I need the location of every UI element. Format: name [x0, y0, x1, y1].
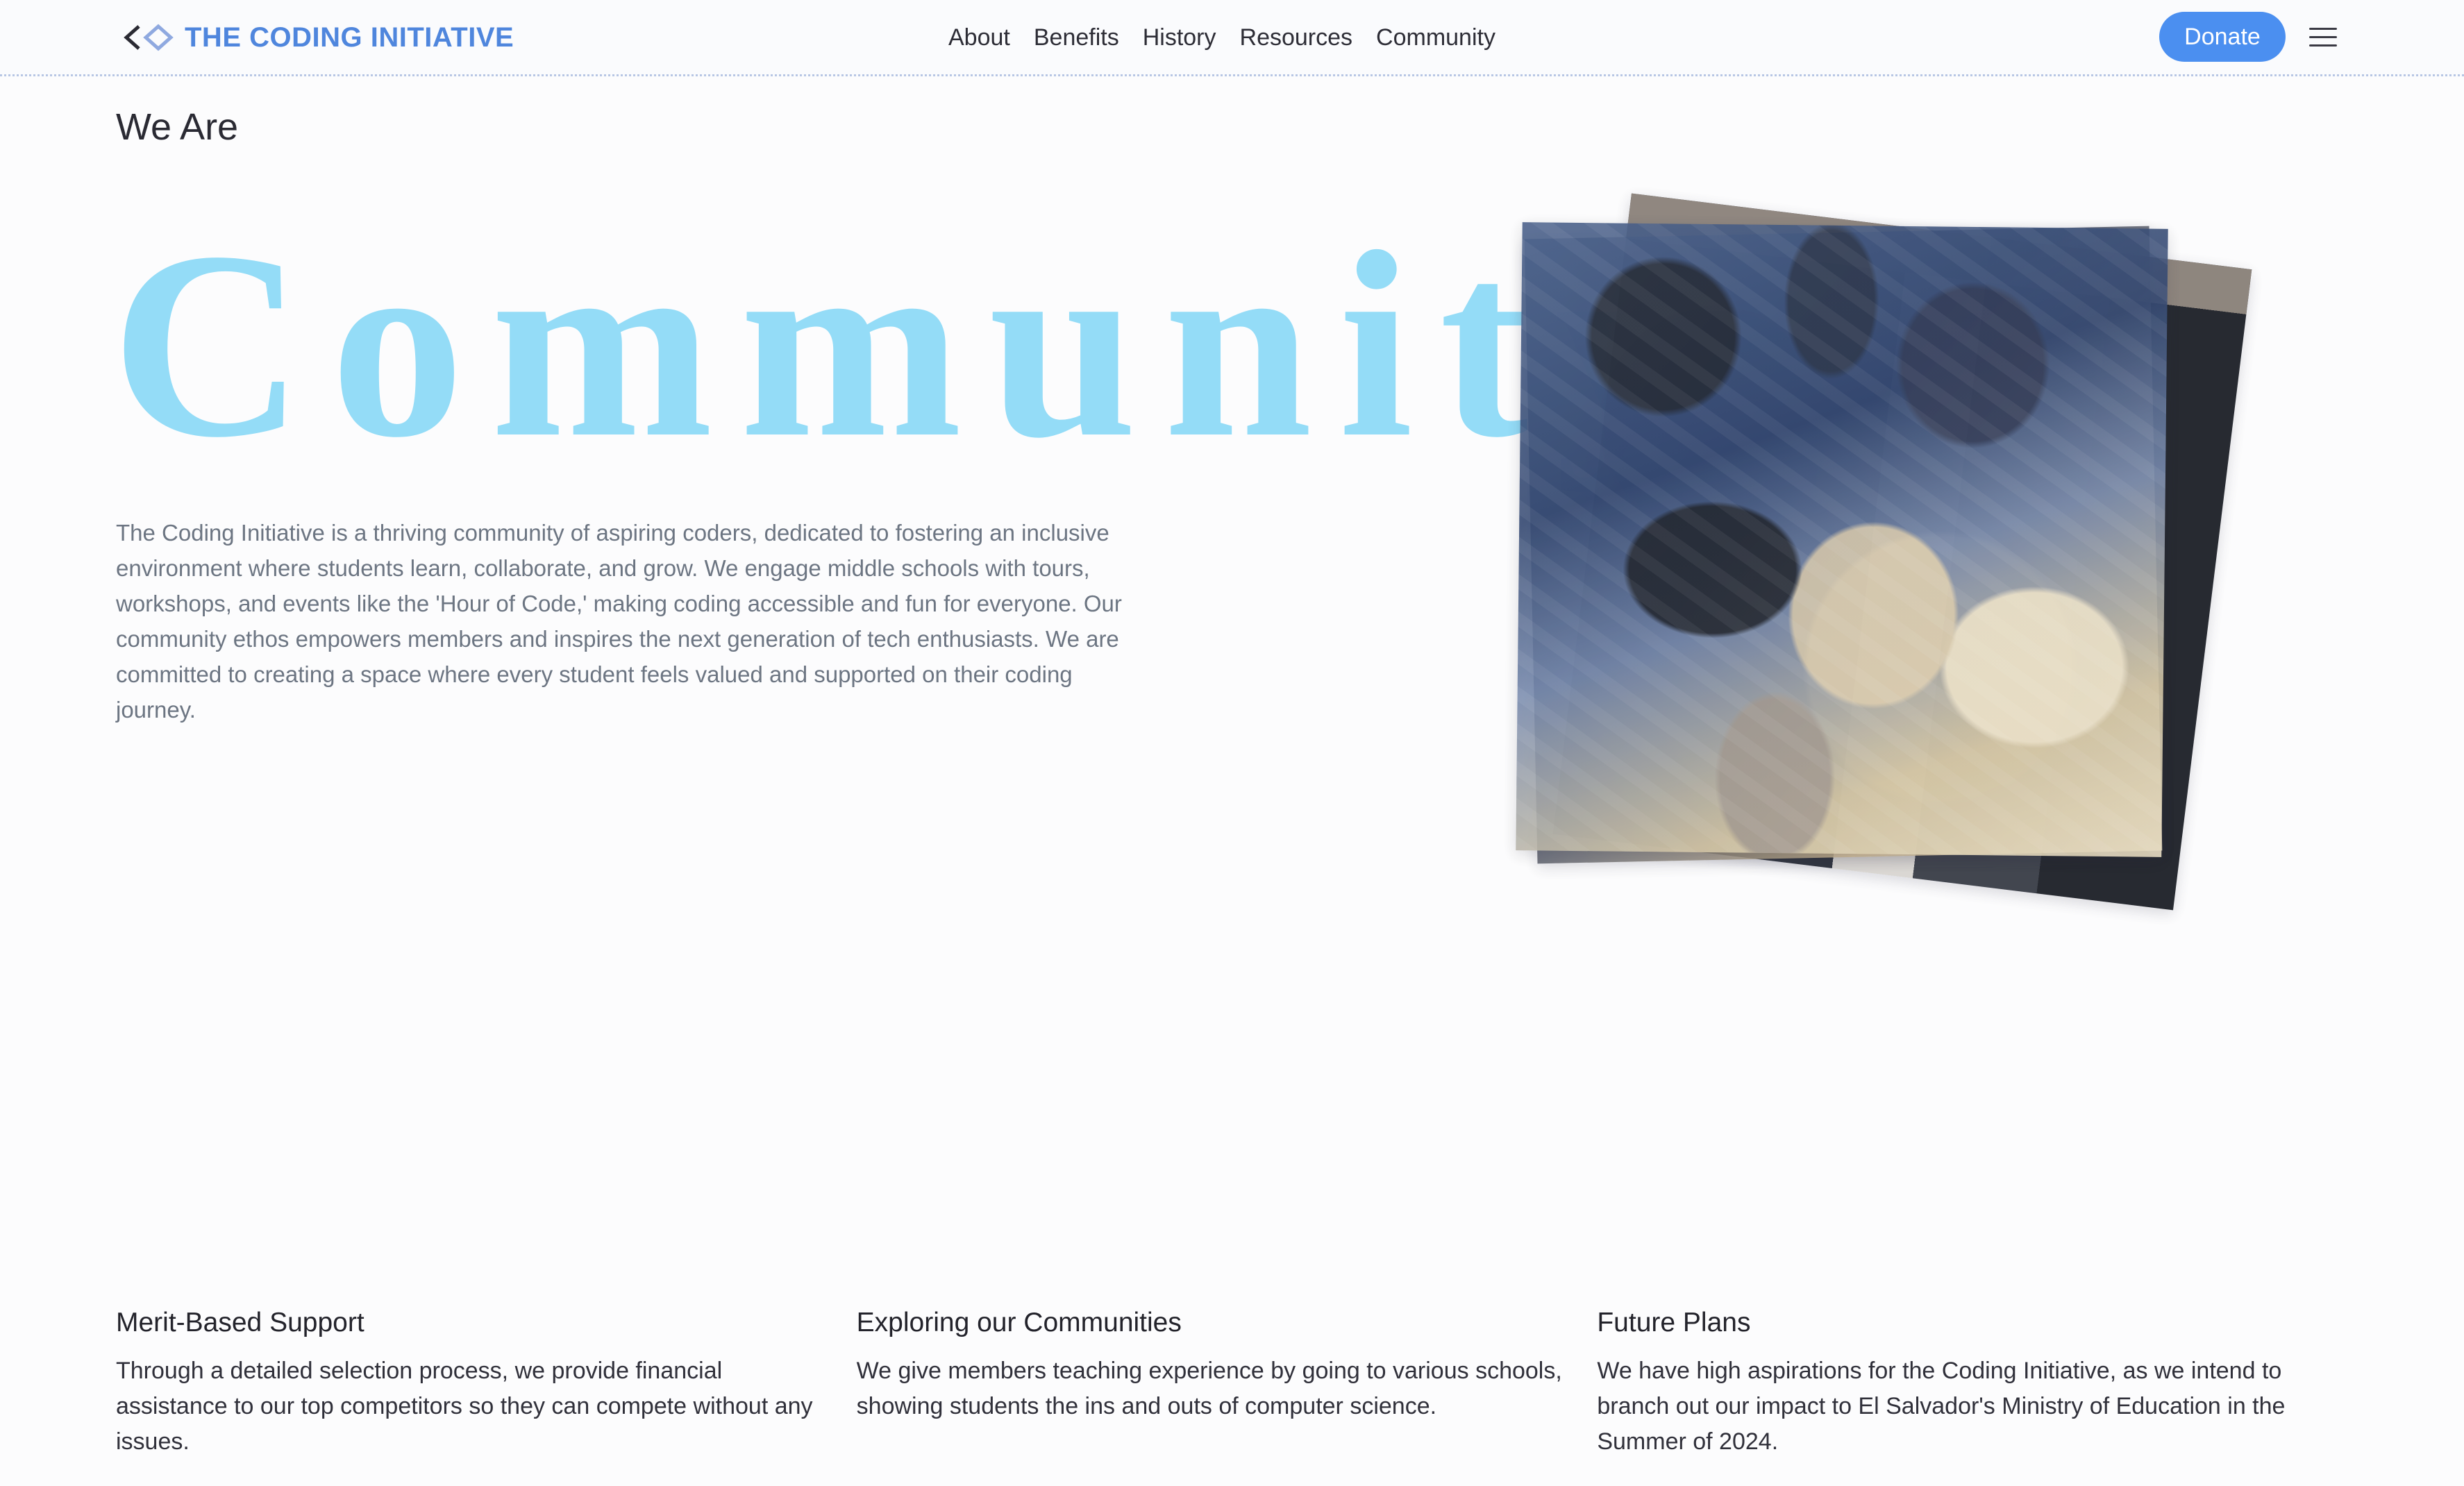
brand-name: THE CODING INITIATIVE — [185, 22, 514, 53]
menu-bar-top — [2309, 27, 2337, 30]
feature-future-plans: Future Plans We have high aspirations fo… — [1597, 1308, 2338, 1460]
feature-title: Future Plans — [1597, 1308, 1751, 1337]
site-header: THE CODING INITIATIVE About Benefits His… — [0, 0, 2464, 76]
nav-link-community[interactable]: Community — [1376, 24, 1495, 51]
nav-link-benefits[interactable]: Benefits — [1034, 24, 1119, 51]
feature-text: We have high aspirations for the Coding … — [1597, 1358, 2286, 1455]
feature-columns: Merit-Based Support Through a detailed s… — [116, 1308, 2338, 1460]
hero-headline: Community — [111, 197, 1715, 493]
menu-bar-middle — [2309, 35, 2337, 38]
nav-item-benefits: Benefits — [1034, 24, 1119, 51]
chevron-diamond-logo-icon — [124, 24, 174, 51]
nav-item-community: Community — [1376, 24, 1495, 51]
feature-merit-support: Merit-Based Support Through a detailed s… — [116, 1308, 857, 1460]
feature-title: Exploring our Communities — [856, 1308, 1182, 1337]
hero-description: The Coding Initiative is a thriving comm… — [116, 520, 1122, 723]
nav-item-about: About — [948, 24, 1010, 51]
nav-item-resources: Resources — [1240, 24, 1353, 51]
hamburger-menu-icon[interactable] — [2306, 22, 2340, 51]
nav-link-history[interactable]: History — [1143, 24, 1216, 51]
feature-exploring-communities: Exploring our Communities We give member… — [857, 1308, 1598, 1460]
community-photo-front — [1516, 222, 2168, 857]
donate-button[interactable]: Donate — [2159, 12, 2286, 62]
main-nav: About Benefits History Resources Communi… — [948, 18, 1495, 57]
menu-bar-bottom — [2309, 44, 2337, 47]
nav-item-history: History — [1143, 24, 1216, 51]
nav-link-about[interactable]: About — [948, 24, 1010, 51]
feature-title: Merit-Based Support — [116, 1308, 364, 1337]
hero-eyebrow: We Are — [116, 106, 239, 148]
feature-text: We give members teaching experience by g… — [856, 1358, 1562, 1419]
feature-text: Through a detailed selection process, we… — [116, 1358, 813, 1455]
brand-home-link[interactable]: THE CODING INITIATIVE — [122, 18, 514, 57]
nav-link-resources[interactable]: Resources — [1240, 24, 1353, 51]
